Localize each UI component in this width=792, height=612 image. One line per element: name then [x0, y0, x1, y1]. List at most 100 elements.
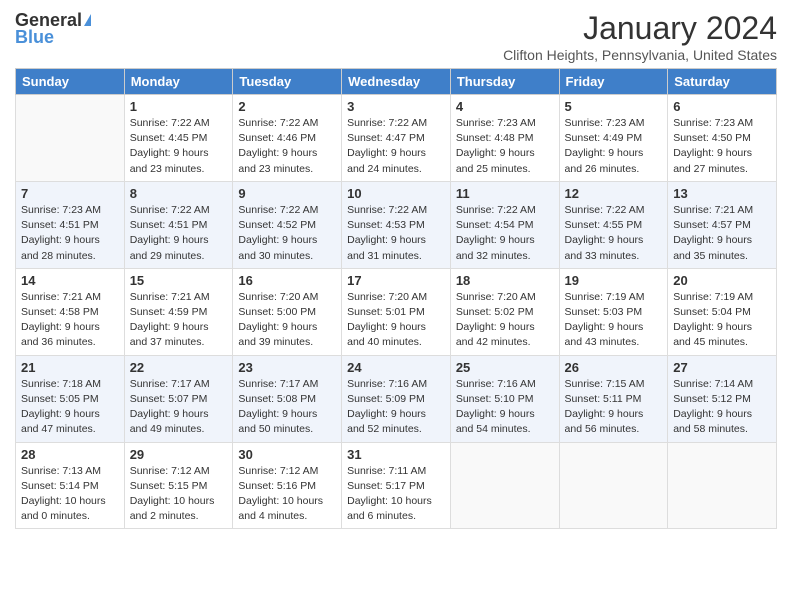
day-info: Sunrise: 7:22 AMSunset: 4:45 PMDaylight:…	[130, 116, 228, 177]
day-number: 31	[347, 447, 445, 462]
day-number: 20	[673, 273, 771, 288]
calendar-cell: 18 Sunrise: 7:20 AMSunset: 5:02 PMDayligh…	[450, 268, 559, 355]
calendar-cell	[668, 442, 777, 529]
day-info: Sunrise: 7:18 AMSunset: 5:05 PMDaylight:…	[21, 377, 119, 438]
day-number: 11	[456, 186, 554, 201]
calendar-container: General Blue January 2024 Clifton Height…	[0, 0, 792, 539]
day-number: 22	[130, 360, 228, 375]
day-info: Sunrise: 7:21 AMSunset: 4:57 PMDaylight:…	[673, 203, 771, 264]
day-number: 30	[238, 447, 336, 462]
day-number: 7	[21, 186, 119, 201]
calendar-cell: 13 Sunrise: 7:21 AMSunset: 4:57 PMDayligh…	[668, 181, 777, 268]
day-info: Sunrise: 7:17 AMSunset: 5:08 PMDaylight:…	[238, 377, 336, 438]
day-info: Sunrise: 7:16 AMSunset: 5:10 PMDaylight:…	[456, 377, 554, 438]
day-number: 23	[238, 360, 336, 375]
day-info: Sunrise: 7:21 AMSunset: 4:59 PMDaylight:…	[130, 290, 228, 351]
day-info: Sunrise: 7:15 AMSunset: 5:11 PMDaylight:…	[565, 377, 663, 438]
logo-triangle-icon	[84, 14, 91, 26]
day-info: Sunrise: 7:14 AMSunset: 5:12 PMDaylight:…	[673, 377, 771, 438]
calendar-cell: 12 Sunrise: 7:22 AMSunset: 4:55 PMDayligh…	[559, 181, 668, 268]
calendar-cell: 31 Sunrise: 7:11 AMSunset: 5:17 PMDayligh…	[342, 442, 451, 529]
day-number: 5	[565, 99, 663, 114]
week-row-1: 1 Sunrise: 7:22 AMSunset: 4:45 PMDaylight…	[16, 95, 777, 182]
week-row-3: 14 Sunrise: 7:21 AMSunset: 4:58 PMDayligh…	[16, 268, 777, 355]
day-info: Sunrise: 7:22 AMSunset: 4:52 PMDaylight:…	[238, 203, 336, 264]
logo-blue-text: Blue	[15, 27, 54, 48]
day-info: Sunrise: 7:23 AMSunset: 4:48 PMDaylight:…	[456, 116, 554, 177]
day-number: 12	[565, 186, 663, 201]
logo: General Blue	[15, 10, 91, 48]
weekday-header-monday: Monday	[124, 69, 233, 95]
day-number: 16	[238, 273, 336, 288]
day-number: 1	[130, 99, 228, 114]
day-info: Sunrise: 7:11 AMSunset: 5:17 PMDaylight:…	[347, 464, 445, 525]
day-number: 13	[673, 186, 771, 201]
calendar-cell: 27 Sunrise: 7:14 AMSunset: 5:12 PMDayligh…	[668, 355, 777, 442]
calendar-cell: 15 Sunrise: 7:21 AMSunset: 4:59 PMDayligh…	[124, 268, 233, 355]
week-row-4: 21Sunrise: 7:18 AMSunset: 5:05 PMDayligh…	[16, 355, 777, 442]
weekday-header-friday: Friday	[559, 69, 668, 95]
calendar-cell: 3Sunrise: 7:22 AMSunset: 4:47 PMDaylight…	[342, 95, 451, 182]
day-number: 2	[238, 99, 336, 114]
day-number: 18	[456, 273, 554, 288]
month-title: January 2024	[503, 10, 777, 47]
week-row-5: 28 Sunrise: 7:13 AMSunset: 5:14 PMDayligh…	[16, 442, 777, 529]
calendar-table: SundayMondayTuesdayWednesdayThursdayFrid…	[15, 68, 777, 529]
day-info: Sunrise: 7:16 AMSunset: 5:09 PMDaylight:…	[347, 377, 445, 438]
calendar-cell: 19Sunrise: 7:19 AMSunset: 5:03 PMDayligh…	[559, 268, 668, 355]
calendar-cell: 20 Sunrise: 7:19 AMSunset: 5:04 PMDayligh…	[668, 268, 777, 355]
calendar-cell: 25 Sunrise: 7:16 AMSunset: 5:10 PMDayligh…	[450, 355, 559, 442]
calendar-cell: 11 Sunrise: 7:22 AMSunset: 4:54 PMDayligh…	[450, 181, 559, 268]
day-info: Sunrise: 7:20 AMSunset: 5:01 PMDaylight:…	[347, 290, 445, 351]
day-number: 17	[347, 273, 445, 288]
calendar-cell: 29Sunrise: 7:12 AMSunset: 5:15 PMDayligh…	[124, 442, 233, 529]
weekday-header-saturday: Saturday	[668, 69, 777, 95]
day-info: Sunrise: 7:17 AMSunset: 5:07 PMDaylight:…	[130, 377, 228, 438]
day-number: 14	[21, 273, 119, 288]
weekday-header-tuesday: Tuesday	[233, 69, 342, 95]
calendar-cell: 8 Sunrise: 7:22 AMSunset: 4:51 PMDaylight…	[124, 181, 233, 268]
day-number: 6	[673, 99, 771, 114]
calendar-cell: 6Sunrise: 7:23 AMSunset: 4:50 PMDaylight…	[668, 95, 777, 182]
calendar-cell: 7 Sunrise: 7:23 AMSunset: 4:51 PMDaylight…	[16, 181, 125, 268]
day-number: 15	[130, 273, 228, 288]
calendar-cell: 5Sunrise: 7:23 AMSunset: 4:49 PMDaylight…	[559, 95, 668, 182]
calendar-cell: 28 Sunrise: 7:13 AMSunset: 5:14 PMDayligh…	[16, 442, 125, 529]
title-section: January 2024 Clifton Heights, Pennsylvan…	[503, 10, 777, 63]
day-info: Sunrise: 7:22 AMSunset: 4:46 PMDaylight:…	[238, 116, 336, 177]
day-info: Sunrise: 7:20 AMSunset: 5:02 PMDaylight:…	[456, 290, 554, 351]
calendar-cell: 16 Sunrise: 7:20 AMSunset: 5:00 PMDayligh…	[233, 268, 342, 355]
day-number: 8	[130, 186, 228, 201]
calendar-cell	[559, 442, 668, 529]
weekday-header-row: SundayMondayTuesdayWednesdayThursdayFrid…	[16, 69, 777, 95]
day-info: Sunrise: 7:12 AMSunset: 5:16 PMDaylight:…	[238, 464, 336, 525]
location-title: Clifton Heights, Pennsylvania, United St…	[503, 47, 777, 63]
day-number: 25	[456, 360, 554, 375]
day-info: Sunrise: 7:19 AMSunset: 5:04 PMDaylight:…	[673, 290, 771, 351]
day-info: Sunrise: 7:13 AMSunset: 5:14 PMDaylight:…	[21, 464, 119, 525]
calendar-cell: 30 Sunrise: 7:12 AMSunset: 5:16 PMDayligh…	[233, 442, 342, 529]
day-info: Sunrise: 7:21 AMSunset: 4:58 PMDaylight:…	[21, 290, 119, 351]
day-info: Sunrise: 7:23 AMSunset: 4:51 PMDaylight:…	[21, 203, 119, 264]
calendar-cell: 26 Sunrise: 7:15 AMSunset: 5:11 PMDayligh…	[559, 355, 668, 442]
week-row-2: 7 Sunrise: 7:23 AMSunset: 4:51 PMDaylight…	[16, 181, 777, 268]
day-number: 9	[238, 186, 336, 201]
calendar-cell: 14 Sunrise: 7:21 AMSunset: 4:58 PMDayligh…	[16, 268, 125, 355]
day-info: Sunrise: 7:20 AMSunset: 5:00 PMDaylight:…	[238, 290, 336, 351]
header: General Blue January 2024 Clifton Height…	[15, 10, 777, 63]
calendar-cell: 9 Sunrise: 7:22 AMSunset: 4:52 PMDaylight…	[233, 181, 342, 268]
calendar-cell: 17 Sunrise: 7:20 AMSunset: 5:01 PMDayligh…	[342, 268, 451, 355]
day-info: Sunrise: 7:22 AMSunset: 4:55 PMDaylight:…	[565, 203, 663, 264]
day-number: 3	[347, 99, 445, 114]
day-info: Sunrise: 7:22 AMSunset: 4:54 PMDaylight:…	[456, 203, 554, 264]
day-info: Sunrise: 7:22 AMSunset: 4:51 PMDaylight:…	[130, 203, 228, 264]
weekday-header-wednesday: Wednesday	[342, 69, 451, 95]
day-number: 27	[673, 360, 771, 375]
day-number: 28	[21, 447, 119, 462]
calendar-cell: 2 Sunrise: 7:22 AMSunset: 4:46 PMDaylight…	[233, 95, 342, 182]
day-number: 24	[347, 360, 445, 375]
calendar-cell: 24 Sunrise: 7:16 AMSunset: 5:09 PMDayligh…	[342, 355, 451, 442]
weekday-header-sunday: Sunday	[16, 69, 125, 95]
calendar-cell: 23 Sunrise: 7:17 AMSunset: 5:08 PMDayligh…	[233, 355, 342, 442]
day-number: 26	[565, 360, 663, 375]
